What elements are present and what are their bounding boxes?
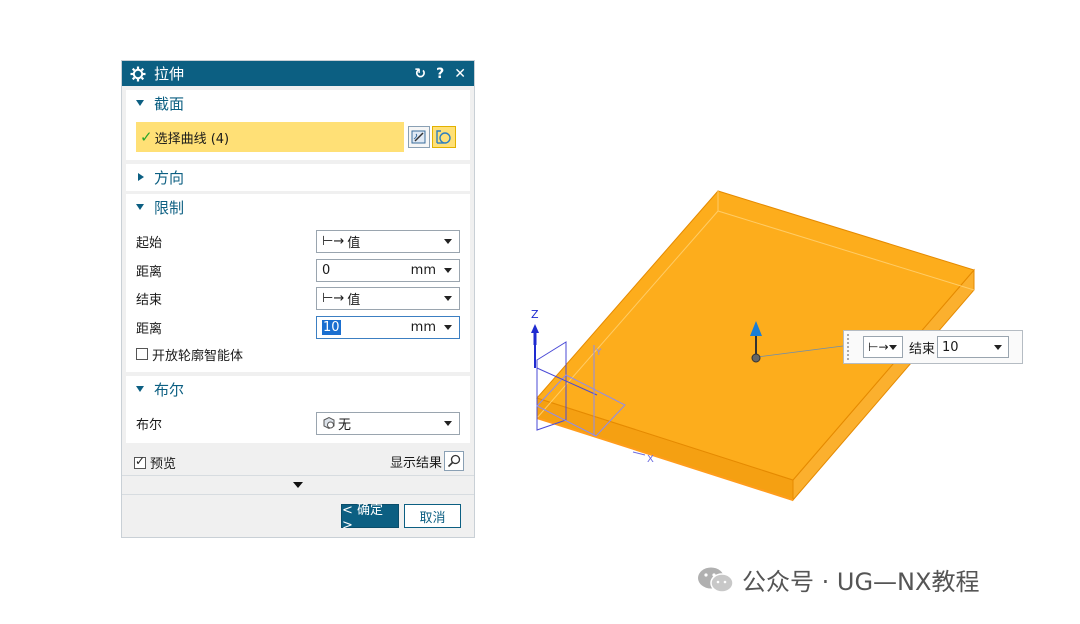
show-result-row: 显示结果 <box>390 451 464 471</box>
chevron-down-icon <box>888 344 897 350</box>
end-unit: mm <box>410 319 436 335</box>
value-type-icon: ⊢→ <box>868 340 889 354</box>
popup-distance-value: 10 <box>942 339 959 355</box>
preview-row[interactable]: 预览 <box>134 453 176 472</box>
sketch-icon <box>411 130 426 144</box>
open-profile-label: 开放轮廓智能体 <box>152 348 244 364</box>
z-axis-arrow-icon <box>531 324 539 333</box>
limits-label: 限制 <box>154 198 185 217</box>
start-distance-label: 距离 <box>136 264 163 280</box>
boolean-label: 布尔 <box>154 380 185 399</box>
end-distance-input[interactable]: 10 mm <box>316 315 460 339</box>
start-distance-row: 距离 0 mm <box>136 258 460 282</box>
start-distance-input[interactable]: 0 mm <box>316 258 460 282</box>
collapse-arrow-icon <box>136 100 144 106</box>
boolean-group: 布尔 布尔 无 <box>126 376 470 443</box>
boolean-header[interactable]: 布尔 <box>126 376 470 402</box>
reset-button[interactable]: ↻ <box>414 66 426 82</box>
z-axis-label: Z <box>531 308 539 321</box>
end-type-value: 值 <box>347 292 361 308</box>
start-label: 起始 <box>136 235 163 251</box>
extrude-dialog: 拉伸 ↻ ? ✕ 截面 ✓ 选择曲线 (4) 方向 限制 起始 ⊢→ 值 距离 … <box>121 60 475 538</box>
show-result-label: 显示结果 <box>389 455 442 471</box>
section-header[interactable]: 截面 <box>126 90 470 116</box>
end-label: 结束 <box>136 292 163 308</box>
magnifier-icon <box>447 454 461 468</box>
end-type-select[interactable]: ⊢→ 值 <box>316 286 460 310</box>
start-row: 起始 ⊢→ 值 <box>136 229 460 253</box>
close-button[interactable]: ✕ <box>454 66 466 82</box>
popup-type-select[interactable]: ⊢→ <box>863 336 903 358</box>
wechat-icon <box>698 567 734 593</box>
section-group: 截面 ✓ 选择曲线 (4) <box>126 90 470 160</box>
divider <box>122 494 474 495</box>
start-unit: mm <box>410 262 436 278</box>
end-distance-row: 距离 10 mm <box>136 315 460 339</box>
boolean-none-icon <box>323 416 335 430</box>
chevron-down-icon <box>994 344 1003 350</box>
sketch-section-button[interactable] <box>408 126 430 148</box>
boolean-row: 布尔 无 <box>136 411 460 435</box>
drag-grip-icon[interactable] <box>847 334 853 360</box>
chevron-down-icon <box>444 295 452 301</box>
curve-select-button[interactable] <box>432 126 456 148</box>
end-distance-value: 10 <box>322 319 341 335</box>
collapse-arrow-icon <box>136 386 144 392</box>
value-type-icon: ⊢→ <box>322 290 345 306</box>
boolean-value: 无 <box>338 417 352 433</box>
direction-header[interactable]: 方向 <box>126 164 470 190</box>
start-distance-value: 0 <box>322 262 331 278</box>
watermark-text: 公众号 · UG—NX教程 <box>742 568 980 596</box>
chevron-down-icon <box>444 420 452 426</box>
chevron-down-icon <box>444 238 452 244</box>
limits-header[interactable]: 限制 <box>126 194 470 220</box>
x-axis-label: X <box>647 454 654 465</box>
dialog-title: 拉伸 <box>154 65 185 83</box>
handle-input-popup: ⊢→ 结束 10 <box>843 330 1023 364</box>
chevron-down-icon <box>444 267 452 273</box>
select-curve-label: 选择曲线 (4) <box>154 131 230 147</box>
preview-label: 预览 <box>150 457 177 472</box>
select-curve-row[interactable]: ✓ 选择曲线 (4) <box>136 122 404 152</box>
end-distance-label: 距离 <box>136 321 163 337</box>
open-profile-checkbox[interactable] <box>136 348 148 360</box>
boolean-field-label: 布尔 <box>136 417 163 433</box>
chevron-down-icon <box>444 324 452 330</box>
popup-end-label: 结束 <box>909 341 936 357</box>
end-row: 结束 ⊢→ 值 <box>136 286 460 310</box>
start-type-value: 值 <box>347 235 361 251</box>
popup-distance-input[interactable]: 10 <box>937 336 1010 358</box>
collapse-arrow-icon <box>136 204 144 210</box>
check-icon: ✓ <box>140 128 153 146</box>
divider <box>122 475 474 476</box>
y-axis-label: Y <box>595 348 602 358</box>
direction-group: 方向 <box>126 164 470 191</box>
cancel-button[interactable]: 取消 <box>404 504 461 528</box>
curve-icon <box>436 130 451 144</box>
open-profile-row[interactable]: 开放轮廓智能体 <box>136 342 460 366</box>
handle-origin-point[interactable] <box>751 353 761 363</box>
value-type-icon: ⊢→ <box>322 233 345 249</box>
expand-arrow-icon <box>138 173 144 181</box>
limits-group: 限制 起始 ⊢→ 值 距离 0 mm 结束 ⊢→ 值 距离 10 mm 开放轮廓… <box>126 194 470 372</box>
gear-icon <box>130 66 146 81</box>
preview-checkbox[interactable] <box>134 454 146 469</box>
dialog-titlebar: 拉伸 ↻ ? ✕ <box>122 61 474 86</box>
help-button[interactable]: ? <box>436 66 444 82</box>
boolean-select[interactable]: 无 <box>316 411 460 435</box>
ok-button[interactable]: < 确定 > <box>341 503 399 533</box>
direction-label: 方向 <box>154 168 185 187</box>
start-type-select[interactable]: ⊢→ 值 <box>316 229 460 253</box>
watermark: 公众号 · UG—NX教程 <box>696 562 979 597</box>
more-options-arrow-icon[interactable] <box>293 482 303 488</box>
section-label: 截面 <box>154 94 185 113</box>
show-result-button[interactable] <box>444 451 464 471</box>
